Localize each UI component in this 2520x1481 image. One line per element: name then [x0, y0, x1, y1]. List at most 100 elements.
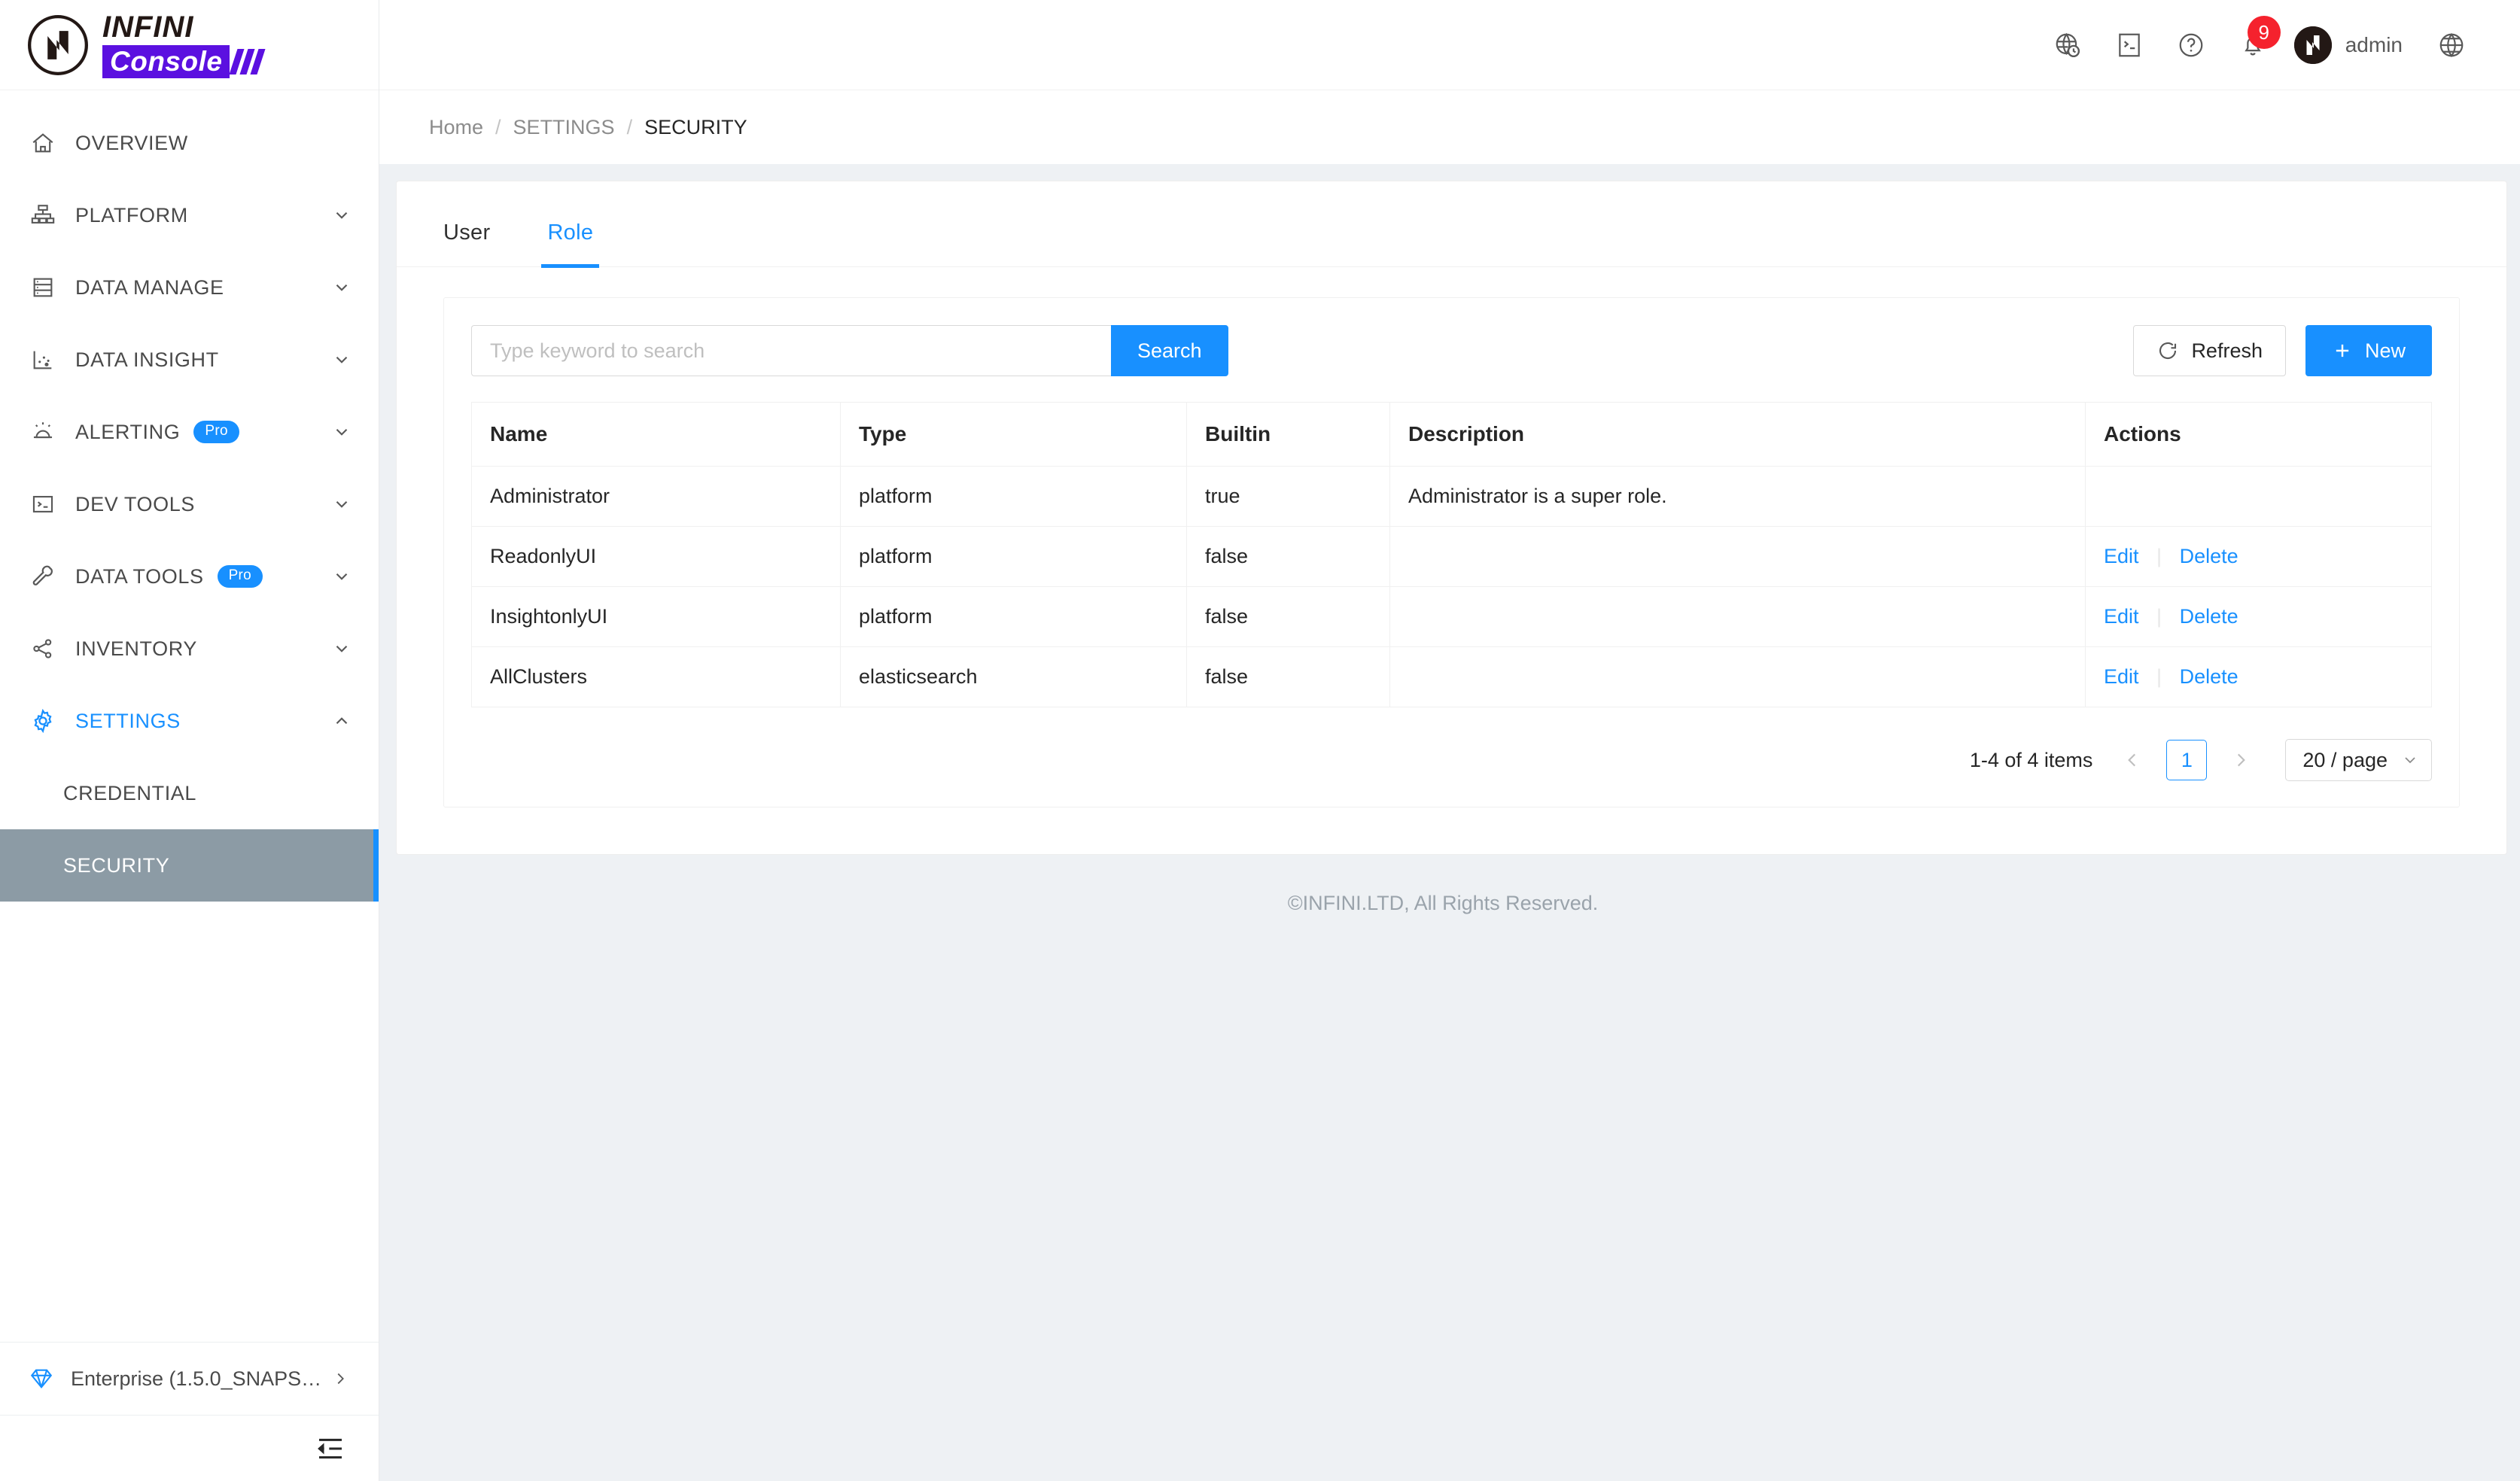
- diamond-icon: [29, 1366, 54, 1391]
- sidebar-item-label: DATA TOOLS: [75, 564, 204, 588]
- breadcrumb-item-settings[interactable]: SETTINGS: [513, 116, 615, 139]
- edit-link[interactable]: Edit: [2104, 545, 2139, 567]
- column-header-description: Description: [1389, 402, 2086, 467]
- search-input[interactable]: [471, 325, 1111, 376]
- brand-slashes-icon: [229, 48, 266, 75]
- column-header-name: Name: [471, 402, 841, 467]
- bell-icon[interactable]: 9: [2222, 14, 2284, 76]
- cell-type: platform: [840, 466, 1187, 527]
- cell-name: AllClusters: [471, 646, 841, 707]
- sidebar-nav: OVERVIEW PLATFORM DATA MANAGE DATA INSIG…: [0, 90, 379, 1342]
- chevron-up-icon: [332, 711, 352, 731]
- sidebar-item-settings[interactable]: SETTINGS: [0, 685, 379, 757]
- delete-link[interactable]: Delete: [2180, 545, 2238, 567]
- breadcrumb-item-security: SECURITY: [644, 115, 747, 138]
- edit-link[interactable]: Edit: [2104, 605, 2139, 628]
- role-toolbar: Search Refresh: [471, 325, 2432, 376]
- globe-icon[interactable]: [2421, 14, 2482, 76]
- new-button[interactable]: New: [2305, 325, 2432, 376]
- sidebar-item-data-insight[interactable]: DATA INSIGHT: [0, 324, 379, 396]
- sidebar-item-security[interactable]: SECURITY: [0, 829, 379, 902]
- gear-icon: [29, 707, 57, 735]
- user-name: admin: [2345, 32, 2403, 56]
- search-button[interactable]: Search: [1111, 325, 1228, 376]
- brand-logo[interactable]: INFINI Console: [0, 0, 379, 90]
- role-table-card: Search Refresh: [443, 297, 2460, 807]
- cell-actions: [2085, 466, 2432, 527]
- chevron-down-icon: [332, 350, 352, 369]
- table-row: ReadonlyUI platform false Edit | Delete: [471, 526, 2432, 587]
- sitemap-icon: [29, 201, 57, 230]
- sidebar-item-data-manage[interactable]: DATA MANAGE: [0, 251, 379, 324]
- cell-actions: Edit | Delete: [2086, 647, 2432, 707]
- cell-description: [1389, 586, 2086, 647]
- sidebar-item-alerting[interactable]: ALERTING Pro: [0, 396, 379, 468]
- chevron-down-icon: [332, 278, 352, 297]
- action-separator: |: [2156, 665, 2162, 688]
- chevron-left-icon[interactable]: [2112, 740, 2153, 780]
- refresh-icon: [2156, 339, 2179, 362]
- license-label: Enterprise (1.5.0_SNAPS…: [71, 1367, 322, 1390]
- security-page-card: User Role Search: [396, 181, 2507, 855]
- cell-name: InsightonlyUI: [471, 586, 841, 647]
- breadcrumb-item-home[interactable]: Home: [429, 116, 483, 139]
- breadcrumb: Home / SETTINGS / SECURITY: [379, 90, 2520, 164]
- console-icon[interactable]: [2098, 14, 2160, 76]
- delete-link[interactable]: Delete: [2180, 605, 2238, 628]
- refresh-button[interactable]: Refresh: [2133, 325, 2286, 376]
- cell-description: Administrator is a super role.: [1389, 466, 2086, 527]
- pagination-page-1[interactable]: 1: [2166, 740, 2208, 780]
- user-menu[interactable]: admin: [2284, 26, 2421, 64]
- cell-description: [1389, 646, 2086, 707]
- table-header: Name Type Builtin Description Actions: [471, 402, 2432, 467]
- action-separator: |: [2156, 605, 2162, 628]
- menu-fold-icon[interactable]: [315, 1434, 345, 1464]
- terminal-icon: [29, 490, 57, 519]
- sidebar-item-label: ALERTING: [75, 420, 181, 443]
- sidebar-item-overview[interactable]: OVERVIEW: [0, 107, 379, 179]
- page-footer: ©INFINI.LTD, All Rights Reserved.: [396, 855, 2490, 951]
- sidebar-item-platform[interactable]: PLATFORM: [0, 179, 379, 251]
- sidebar-item-credential[interactable]: CREDENTIAL: [0, 757, 379, 829]
- column-header-actions: Actions: [2085, 402, 2432, 467]
- sidebar-item-inventory[interactable]: INVENTORY: [0, 613, 379, 685]
- chevron-right-icon[interactable]: [2220, 740, 2261, 780]
- table-header-row: Name Type Builtin Description Actions: [471, 402, 2432, 467]
- share-nodes-icon: [29, 634, 57, 663]
- sidebar-item-dev-tools[interactable]: DEV TOOLS: [0, 468, 379, 540]
- delete-link[interactable]: Delete: [2180, 665, 2238, 688]
- cell-actions: Edit | Delete: [2085, 526, 2432, 587]
- app-root: INFINI Console OVERVIEW PLATFORM DATA MA…: [0, 0, 2520, 1481]
- column-header-type: Type: [840, 402, 1187, 467]
- toolbar-actions: Refresh New: [2133, 325, 2432, 376]
- pro-badge: Pro: [217, 565, 263, 588]
- alarm-icon: [29, 418, 57, 446]
- database-icon: [29, 273, 57, 302]
- license-info[interactable]: Enterprise (1.5.0_SNAPS…: [0, 1343, 379, 1415]
- tab-user[interactable]: User: [443, 220, 490, 266]
- cell-type: platform: [840, 526, 1187, 587]
- edit-link[interactable]: Edit: [2104, 665, 2139, 688]
- sidebar-item-label: DEV TOOLS: [75, 492, 195, 515]
- plus-icon: [2332, 340, 2353, 361]
- infini-n-logo-icon: [26, 13, 90, 78]
- roles-table: Name Type Builtin Description Actions Ad…: [471, 402, 2432, 707]
- page-size-select[interactable]: 20 / page: [2285, 739, 2432, 781]
- wrench-icon: [29, 562, 57, 591]
- cell-builtin: true: [1186, 466, 1390, 527]
- table-row: InsightonlyUI platform false Edit | Dele…: [471, 586, 2432, 647]
- help-circle-icon[interactable]: [2160, 14, 2222, 76]
- tab-bar: User Role: [397, 220, 2506, 268]
- chevron-down-icon: [332, 567, 352, 586]
- main-area: 9 admin Home / SETTINGS / SECURITY User …: [379, 0, 2520, 1481]
- cell-builtin: false: [1186, 646, 1390, 707]
- chevron-down-icon: [332, 422, 352, 442]
- new-label: New: [2364, 339, 2406, 362]
- globe-clock-icon[interactable]: [2037, 14, 2098, 76]
- cell-builtin: false: [1186, 526, 1390, 587]
- tab-role[interactable]: Role: [541, 220, 600, 268]
- sidebar-item-data-tools[interactable]: DATA TOOLS Pro: [0, 540, 379, 613]
- cell-description: [1389, 526, 2086, 587]
- chevron-right-icon: [332, 1370, 348, 1387]
- brand-line2: Console: [102, 44, 230, 78]
